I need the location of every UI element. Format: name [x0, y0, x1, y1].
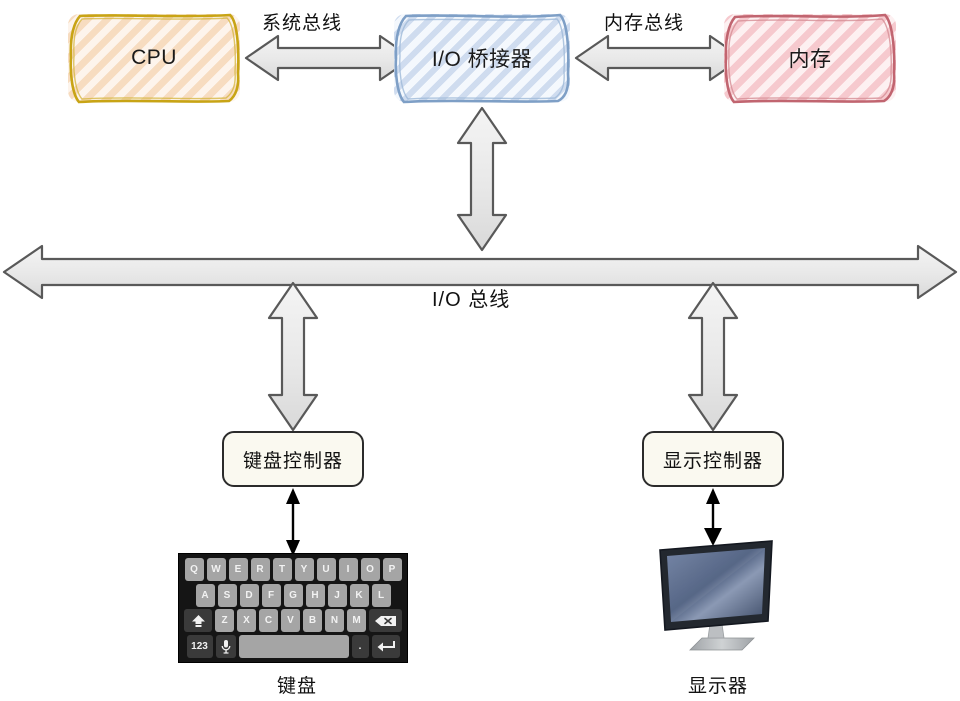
backspace-icon — [369, 609, 402, 633]
io-bridge-box-label: I/O 桥接器 — [431, 48, 533, 71]
arrow-io-bus-to-keyboard-controller — [267, 281, 319, 432]
keyboard-row: Q W E R T Y U I O P — [182, 558, 404, 581]
system-bus-label: 系统总线 — [262, 13, 343, 34]
key-a: A — [195, 583, 215, 607]
memory-box: 内存 — [722, 12, 898, 104]
key-123: 123 — [186, 634, 213, 658]
key-n: N — [325, 609, 344, 633]
arrow-memory-bus — [574, 34, 744, 82]
keyboard-row: A S D F G H J K L — [182, 583, 404, 607]
key-d: D — [239, 583, 259, 607]
memory-box-label: 内存 — [788, 48, 832, 71]
key-o: O — [360, 558, 380, 581]
space-key — [238, 634, 349, 658]
display-controller-label: 显示控制器 — [662, 450, 763, 472]
keyboard-label: 键盘 — [276, 676, 317, 697]
key-q: Q — [184, 558, 204, 581]
memory-bus-label: 内存总线 — [604, 13, 685, 34]
enter-icon — [371, 634, 400, 658]
key-z: Z — [215, 609, 234, 633]
io-bridge-box: I/O 桥接器 — [392, 12, 572, 104]
monitor-stand-base — [689, 637, 755, 651]
key-f: F — [261, 583, 281, 607]
key-p: P — [382, 558, 402, 581]
key-w: W — [206, 558, 226, 581]
keyboard-controller-label: 键盘控制器 — [242, 450, 343, 472]
key-s: S — [217, 583, 237, 607]
key-e: E — [228, 558, 248, 581]
key-u: U — [316, 558, 336, 581]
key-h: H — [305, 583, 325, 607]
key-k: K — [349, 583, 369, 607]
cpu-box-label: CPU — [131, 46, 177, 69]
arrow-bridge-to-io-bus — [456, 106, 508, 252]
display-controller-box: 显示控制器 — [642, 431, 784, 487]
key-m: M — [347, 609, 366, 633]
diagram-canvas: CPU I/O 桥接器 内存 系统总线 内存总线 I/O 总线 键盘控制器 显示… — [0, 0, 960, 701]
key-t: T — [272, 558, 292, 581]
microphone-icon — [215, 634, 236, 658]
arrow-io-bus-to-display-controller — [687, 281, 739, 432]
keyboard-controller-box: 键盘控制器 — [222, 431, 364, 487]
monitor-graphic — [659, 540, 773, 651]
key-y: Y — [294, 558, 314, 581]
key-period: . — [351, 634, 369, 658]
keyboard-graphic: Q W E R T Y U I O P A S D F G H J K L Z … — [178, 553, 408, 663]
keyboard-row: Z X C V B N M — [182, 609, 404, 633]
arrow-keyboard-controller-to-keyboard — [286, 488, 300, 556]
key-b: B — [303, 609, 322, 633]
arrow-system-bus — [244, 34, 414, 82]
shift-icon — [184, 609, 212, 633]
cpu-box: CPU — [66, 12, 242, 104]
key-g: G — [283, 583, 303, 607]
arrow-layer — [2, 34, 958, 556]
key-x: X — [237, 609, 256, 633]
key-i: I — [338, 558, 358, 581]
key-c: C — [259, 609, 278, 633]
key-r: R — [250, 558, 270, 581]
io-bus-label: I/O 总线 — [432, 289, 511, 311]
key-l: L — [371, 583, 391, 607]
keyboard-row: 123 . — [182, 634, 404, 658]
monitor-label: 显示器 — [687, 676, 748, 697]
key-v: V — [281, 609, 300, 633]
key-j: J — [327, 583, 347, 607]
